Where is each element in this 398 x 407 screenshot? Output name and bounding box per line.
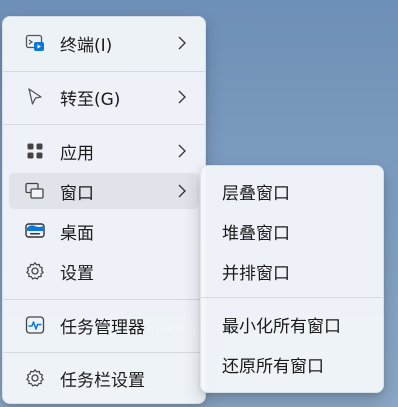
menu-separator	[3, 124, 205, 125]
desktop-icon	[24, 220, 46, 242]
menu-separator	[3, 299, 205, 300]
taskbar-context-menu: 终端(I) 转至(G) 应用 窗口 桌面 设置 任务管理器 任务栏设置	[2, 16, 206, 404]
windows-submenu: 层叠窗口 堆叠窗口 并排窗口 最小化所有窗口 还原所有窗口	[200, 165, 384, 393]
menu-item-windows[interactable]: 窗口	[9, 173, 199, 209]
menu-item-label: 设置	[60, 263, 94, 284]
menu-item-apps[interactable]: 应用	[9, 133, 199, 169]
submenu-item-restore-all[interactable]: 还原所有窗口	[207, 347, 377, 381]
chevron-right-icon	[177, 36, 187, 50]
pointer-icon	[24, 86, 46, 108]
menu-item-settings[interactable]: 设置	[9, 253, 199, 289]
submenu-item-minimize-all[interactable]: 最小化所有窗口	[207, 307, 377, 341]
menu-item-taskbar-settings[interactable]: 任务栏设置	[9, 360, 199, 396]
windows-icon	[24, 180, 46, 202]
submenu-item-label: 还原所有窗口	[222, 356, 324, 377]
chevron-right-icon	[177, 144, 187, 158]
gear-icon	[24, 260, 46, 282]
submenu-item-side-by-side[interactable]: 并排窗口	[207, 254, 377, 288]
menu-separator	[3, 352, 205, 353]
menu-separator	[3, 71, 205, 72]
menu-item-desktop[interactable]: 桌面	[9, 213, 199, 249]
menu-item-terminal[interactable]: 终端(I)	[9, 25, 199, 61]
submenu-item-label: 堆叠窗口	[222, 223, 290, 244]
chevron-right-icon	[177, 184, 187, 198]
submenu-item-stack[interactable]: 堆叠窗口	[207, 214, 377, 248]
menu-item-label: 转至(G)	[60, 89, 121, 110]
chevron-right-icon	[177, 90, 187, 104]
terminal-icon	[24, 32, 46, 54]
menu-item-label: 窗口	[60, 183, 94, 204]
submenu-item-label: 层叠窗口	[222, 183, 290, 204]
submenu-item-cascade[interactable]: 层叠窗口	[207, 174, 377, 208]
menu-item-label: 任务栏设置	[60, 370, 145, 391]
task-manager-icon	[24, 314, 46, 336]
menu-item-goto[interactable]: 转至(G)	[9, 79, 199, 115]
menu-item-label: 应用	[60, 143, 94, 164]
submenu-item-label: 最小化所有窗口	[222, 316, 341, 337]
menu-item-label: 任务管理器	[60, 317, 145, 338]
apps-icon	[24, 140, 46, 162]
gear-icon	[24, 367, 46, 389]
menu-item-label: 终端(I)	[60, 35, 113, 56]
menu-separator	[201, 297, 383, 298]
submenu-item-label: 并排窗口	[222, 263, 290, 284]
menu-item-label: 桌面	[60, 223, 94, 244]
